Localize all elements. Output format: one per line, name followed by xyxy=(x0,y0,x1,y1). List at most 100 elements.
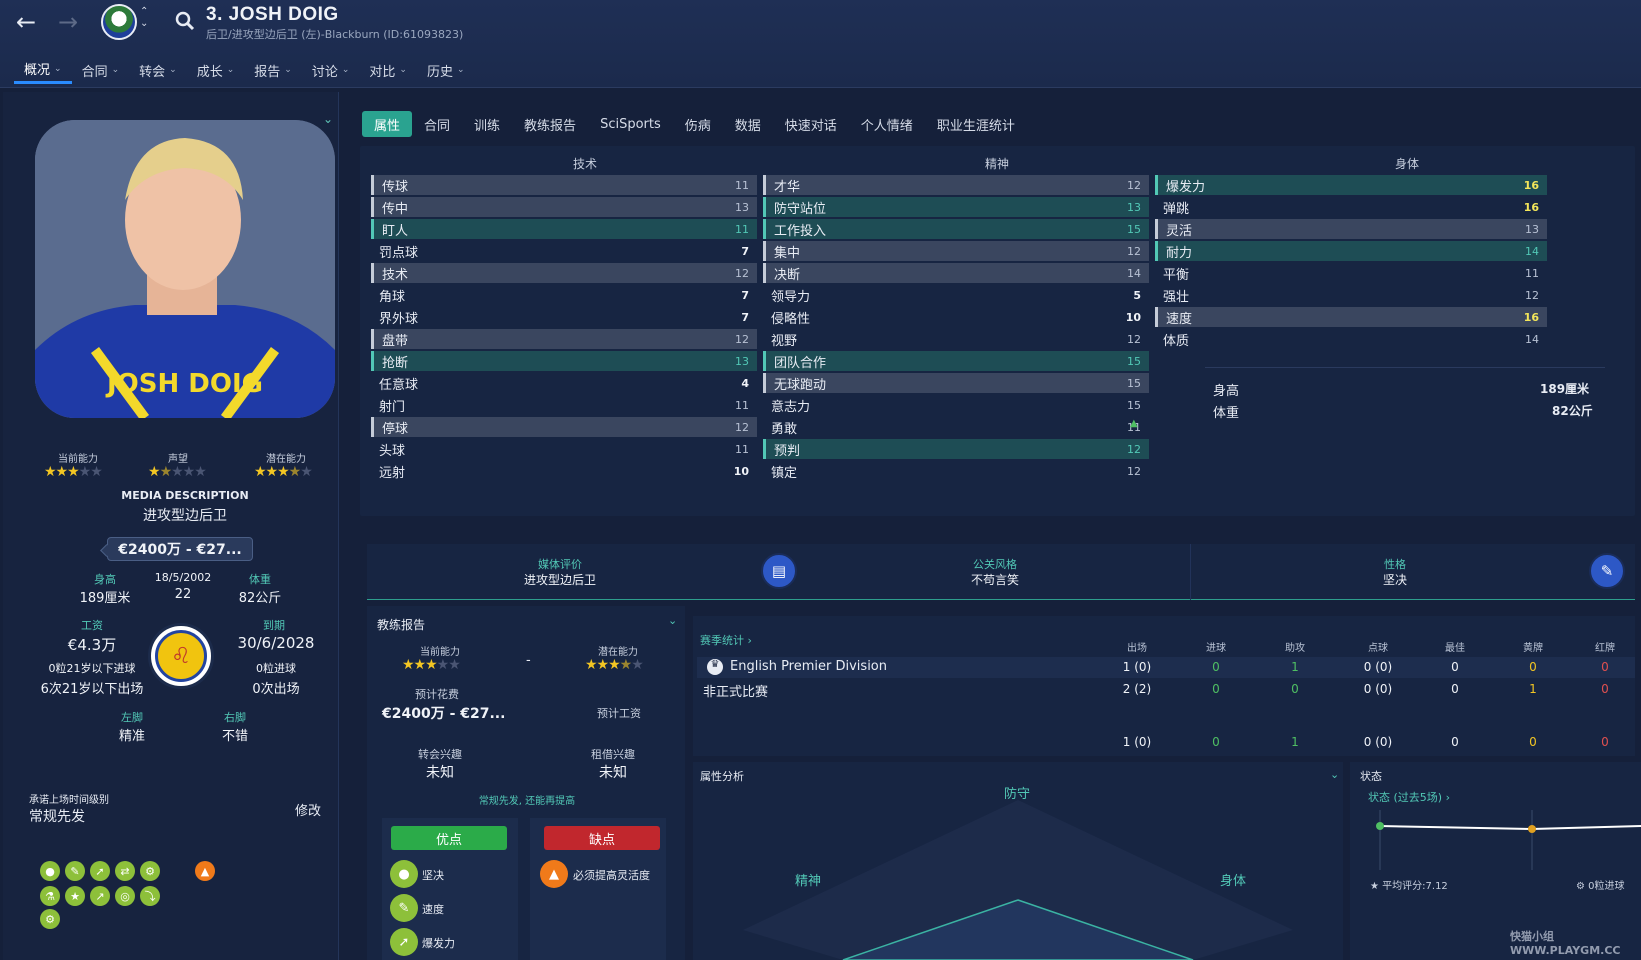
attribute-value: 12 xyxy=(1127,442,1141,456)
attribute-row[interactable]: 角球 7 xyxy=(371,285,757,305)
nav-item[interactable]: 讨论 ⌄ xyxy=(302,56,360,84)
analysis-collapse-icon[interactable]: ⌄ xyxy=(1330,768,1339,781)
attribute-row[interactable]: 侵略性 10 xyxy=(763,307,1149,327)
season-stats-title[interactable]: 赛季统计 › xyxy=(700,632,752,648)
forward-arrow-icon[interactable]: → xyxy=(54,8,82,36)
attribute-row[interactable]: 平衡 11 xyxy=(1155,263,1547,283)
tab-item[interactable]: 个人情绪 xyxy=(849,111,925,137)
nav-item[interactable]: 概况 ⌄ xyxy=(14,56,72,84)
attribute-row[interactable]: 勇敢 11 xyxy=(763,417,1149,437)
attribute-row[interactable]: 弹跳 16 xyxy=(1155,197,1547,217)
nav-item[interactable]: 合同 ⌄ xyxy=(72,56,130,84)
season-column-header[interactable]: 红牌 xyxy=(1585,639,1625,654)
attribute-row[interactable]: 工作投入 15 xyxy=(763,219,1149,239)
tab-item[interactable]: SciSports xyxy=(588,111,673,137)
attribute-name: 传球 xyxy=(382,179,409,195)
pro-item: 坚决 xyxy=(422,869,444,882)
attribute-row[interactable]: 团队合作 15 xyxy=(763,351,1149,371)
attribute-row[interactable]: 界外球 7 xyxy=(371,307,757,327)
trait-head-icon[interactable]: ● xyxy=(40,861,60,881)
season-column-header[interactable]: 黄牌 xyxy=(1513,639,1553,654)
media-id-card-icon[interactable]: ▤ xyxy=(761,553,797,589)
tab-item[interactable]: 训练 xyxy=(462,111,512,137)
nav-item-label: 报告 xyxy=(254,64,281,80)
season-column-header[interactable]: 助攻 xyxy=(1275,639,1315,654)
attribute-row[interactable]: 镇定 12 xyxy=(763,461,1149,481)
trait-cone-icon[interactable]: ▲ xyxy=(195,861,215,881)
attribute-row[interactable]: 速度 16 xyxy=(1155,307,1547,327)
trait-boot-icon[interactable]: ✎ xyxy=(65,861,85,881)
season-column-header[interactable]: 进球 xyxy=(1196,639,1236,654)
personality-report-icon[interactable]: ✎ xyxy=(1589,553,1625,589)
attribute-name: 传中 xyxy=(382,201,409,217)
coach-report-collapse-icon[interactable]: ⌄ xyxy=(668,614,677,627)
attribute-row[interactable]: 抢断 13 xyxy=(371,351,757,371)
attribute-row[interactable]: 耐力 14 xyxy=(1155,241,1547,261)
trait-gear-icon[interactable]: ⚙ xyxy=(140,861,160,881)
tab-item[interactable]: 属性 xyxy=(362,111,413,137)
attribute-row[interactable]: 停球 12 xyxy=(371,417,757,437)
search-icon[interactable] xyxy=(174,10,196,32)
attribute-row[interactable]: 罚点球 7 xyxy=(371,241,757,261)
attribute-row[interactable]: 灵活 13 xyxy=(1155,219,1547,239)
club-switch-arrows-icon[interactable]: ⌃ ⌄ xyxy=(140,6,148,30)
attribute-name: 侵略性 xyxy=(771,311,811,327)
attribute-row[interactable]: 任意球 4 xyxy=(371,373,757,393)
potential-ability-stars: ★★★★★ xyxy=(254,464,313,480)
tab-item[interactable]: 快速对话 xyxy=(773,111,849,137)
season-total-cell: 1 xyxy=(1291,735,1299,749)
collapse-chevron-icon[interactable]: ⌄ xyxy=(323,112,333,126)
attribute-row[interactable]: 视野 12 xyxy=(763,329,1149,349)
attribute-row[interactable]: 远射 10 xyxy=(371,461,757,481)
trait-pass-icon[interactable]: ⇄ xyxy=(115,861,135,881)
attribute-row[interactable]: 防守站位 13 xyxy=(763,197,1149,217)
pro-item: 速度 xyxy=(422,903,444,916)
tab-item[interactable]: 合同 xyxy=(412,111,462,137)
attribute-row[interactable]: 传中 13 xyxy=(371,197,757,217)
nav-item[interactable]: 报告 ⌄ xyxy=(244,56,302,84)
season-cell: 1 xyxy=(1291,660,1299,674)
tab-item[interactable]: 职业生涯统计 xyxy=(925,111,1027,137)
attribute-row[interactable]: 技术 12 xyxy=(371,263,757,283)
attribute-row[interactable]: 强壮 12 xyxy=(1155,285,1547,305)
trait-target-icon[interactable]: ◎ xyxy=(115,886,135,906)
tab-item[interactable]: 教练报告 xyxy=(512,111,588,137)
attribute-row[interactable]: 盯人 11 xyxy=(371,219,757,239)
birth-date: 18/5/2002 xyxy=(154,571,212,584)
tab-item[interactable]: 伤病 xyxy=(673,111,723,137)
nav-item[interactable]: 转会 ⌄ xyxy=(129,56,187,84)
edit-playing-time-button[interactable]: 修改 xyxy=(295,800,321,819)
trait-star-icon[interactable]: ★ xyxy=(65,886,85,906)
attribute-row[interactable]: 体质 14 xyxy=(1155,329,1547,349)
attribute-row[interactable]: 射门 11 xyxy=(371,395,757,415)
attribute-row[interactable]: 传球 11 xyxy=(371,175,757,195)
trait-flask-icon[interactable]: ⚗ xyxy=(40,886,60,906)
attribute-row[interactable]: 才华 12 xyxy=(763,175,1149,195)
value-range-badge[interactable]: €2400万 - €27... xyxy=(107,537,253,561)
club-crest[interactable] xyxy=(101,4,137,40)
season-column-header[interactable]: 出场 xyxy=(1117,639,1157,654)
attribute-row[interactable]: 头球 11 xyxy=(371,439,757,459)
attribute-value: 12 xyxy=(1525,288,1539,302)
attribute-row[interactable]: 无球跑动 15 xyxy=(763,373,1149,393)
attribute-row[interactable]: 集中 12 xyxy=(763,241,1149,261)
trait-trend-icon[interactable]: ↗ xyxy=(90,886,110,906)
attribute-row[interactable]: 盘带 12 xyxy=(371,329,757,349)
back-arrow-icon[interactable]: ← xyxy=(12,8,40,36)
attribute-row[interactable]: 意志力 15 xyxy=(763,395,1149,415)
trait-tackle-icon[interactable]: ⤵ xyxy=(140,886,160,906)
trait-settings-icon[interactable]: ⚙ xyxy=(40,909,60,929)
attribute-row[interactable]: 爆发力 16 xyxy=(1155,175,1547,195)
season-column-header[interactable]: 最佳 xyxy=(1435,639,1475,654)
attribute-row[interactable]: 预判 12 xyxy=(763,439,1149,459)
player-subtitle: 后卫/进攻型边后卫 (左)-Blackburn (ID:61093823) xyxy=(206,28,464,41)
form-subtitle[interactable]: 状态 (过去5场) › xyxy=(1368,789,1450,805)
season-column-header[interactable]: 点球 xyxy=(1358,639,1398,654)
tab-item[interactable]: 数据 xyxy=(723,111,773,137)
attribute-row[interactable]: 领导力 5 xyxy=(763,285,1149,305)
attribute-row[interactable]: 决断 14 xyxy=(763,263,1149,283)
trait-run-icon[interactable]: ➚ xyxy=(90,861,110,881)
nav-item[interactable]: 对比 ⌄ xyxy=(359,56,417,84)
nav-item[interactable]: 历史 ⌄ xyxy=(417,56,475,84)
nav-item[interactable]: 成长 ⌄ xyxy=(187,56,245,84)
